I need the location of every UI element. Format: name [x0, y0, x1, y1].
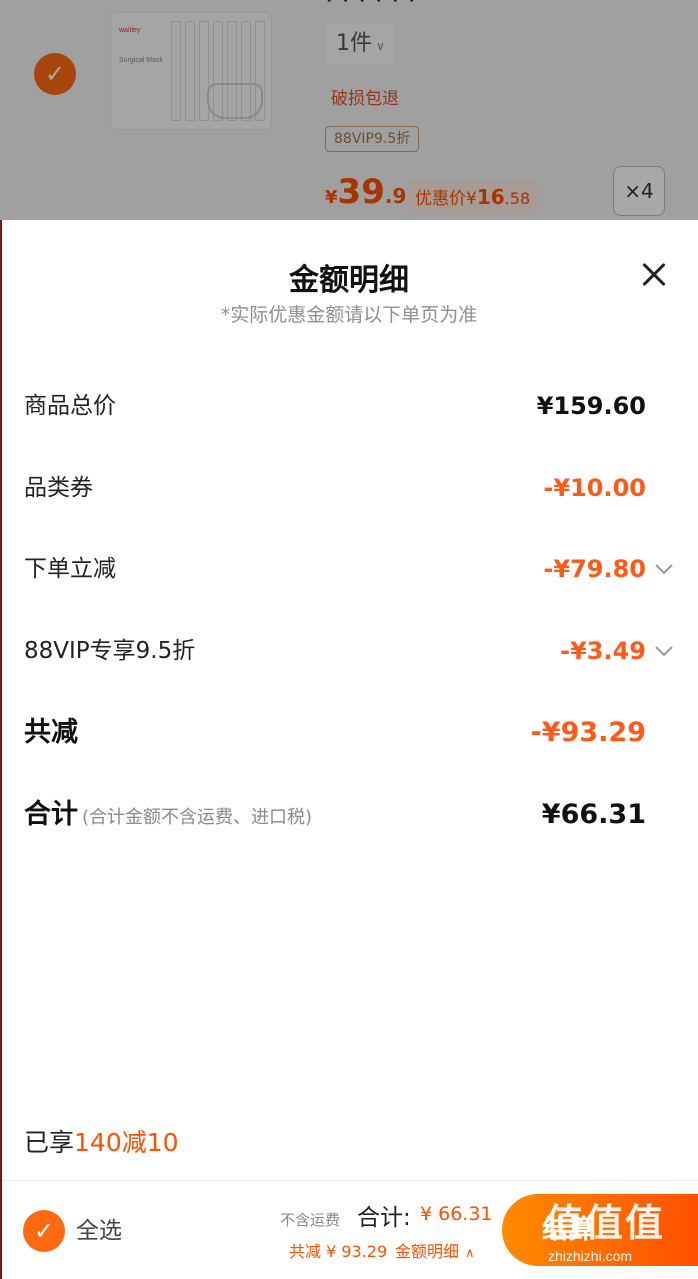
chevron-up-icon: ∧	[465, 1246, 475, 1261]
row-value: -¥3.49	[560, 637, 646, 665]
total-label: 合计	[24, 799, 78, 830]
select-all-label[interactable]: 全选	[76, 1213, 122, 1249]
total-value: ¥ 66.31	[420, 1203, 493, 1225]
row-label: 共减	[24, 717, 78, 748]
amount-detail-sheet	[2, 220, 698, 1180]
row-label: 88VIP专享9.5折	[24, 638, 196, 664]
select-all-checkbox[interactable]: ✓	[23, 1210, 65, 1252]
row-label: 商品总价	[24, 393, 116, 419]
row-label: 合计 (合计金额不含运费、进口税)	[24, 790, 312, 843]
row-category-coupon: 品类券 -¥10.00	[0, 463, 698, 513]
close-icon[interactable]	[636, 257, 672, 293]
watermark-logo: 值值值	[545, 1201, 666, 1245]
row-88vip-discount[interactable]: 88VIP专享9.5折 -¥3.49	[0, 626, 698, 676]
modal-overlay[interactable]	[0, 0, 698, 220]
row-total: 合计 (合计金额不含运费、进口税) ¥66.31	[0, 790, 698, 840]
sheet-title: 金额明细	[289, 263, 409, 298]
row-goods-total: 商品总价 ¥159.60	[0, 381, 698, 431]
checkmark-icon: ✓	[33, 1217, 55, 1245]
watermark-url: zhizhizhi.com	[548, 1248, 633, 1264]
amount-detail-label: 金额明细	[395, 1242, 460, 1261]
row-total-saved: 共减 -¥93.29	[0, 708, 698, 758]
chevron-down-icon[interactable]	[652, 557, 676, 581]
row-label: 下单立减	[24, 556, 116, 582]
saved-amount: 共减 ¥ 93.29	[289, 1242, 388, 1261]
promo-applied: 已享140减10	[24, 1123, 179, 1159]
chevron-down-icon[interactable]	[652, 639, 676, 663]
row-value: -¥79.80	[543, 555, 646, 583]
total-note: (合计金额不含运费、进口税)	[82, 807, 313, 828]
total-label: 合计:	[357, 1205, 411, 1231]
row-value: -¥10.00	[543, 474, 646, 502]
row-value: ¥159.60	[536, 392, 646, 420]
row-value: ¥66.31	[541, 799, 646, 830]
amount-detail-toggle[interactable]: 金额明细 ∧	[395, 1238, 475, 1262]
sheet-subtitle: *实际优惠金额请以下单页为准	[220, 304, 478, 326]
row-value: -¥93.29	[530, 717, 646, 748]
row-order-discount[interactable]: 下单立减 -¥79.80	[0, 544, 698, 594]
shipping-note: 不含运费	[280, 1211, 341, 1229]
promo-prefix: 已享	[24, 1128, 75, 1157]
row-label: 品类券	[24, 475, 93, 501]
promo-highlight: 140减10	[74, 1128, 179, 1157]
